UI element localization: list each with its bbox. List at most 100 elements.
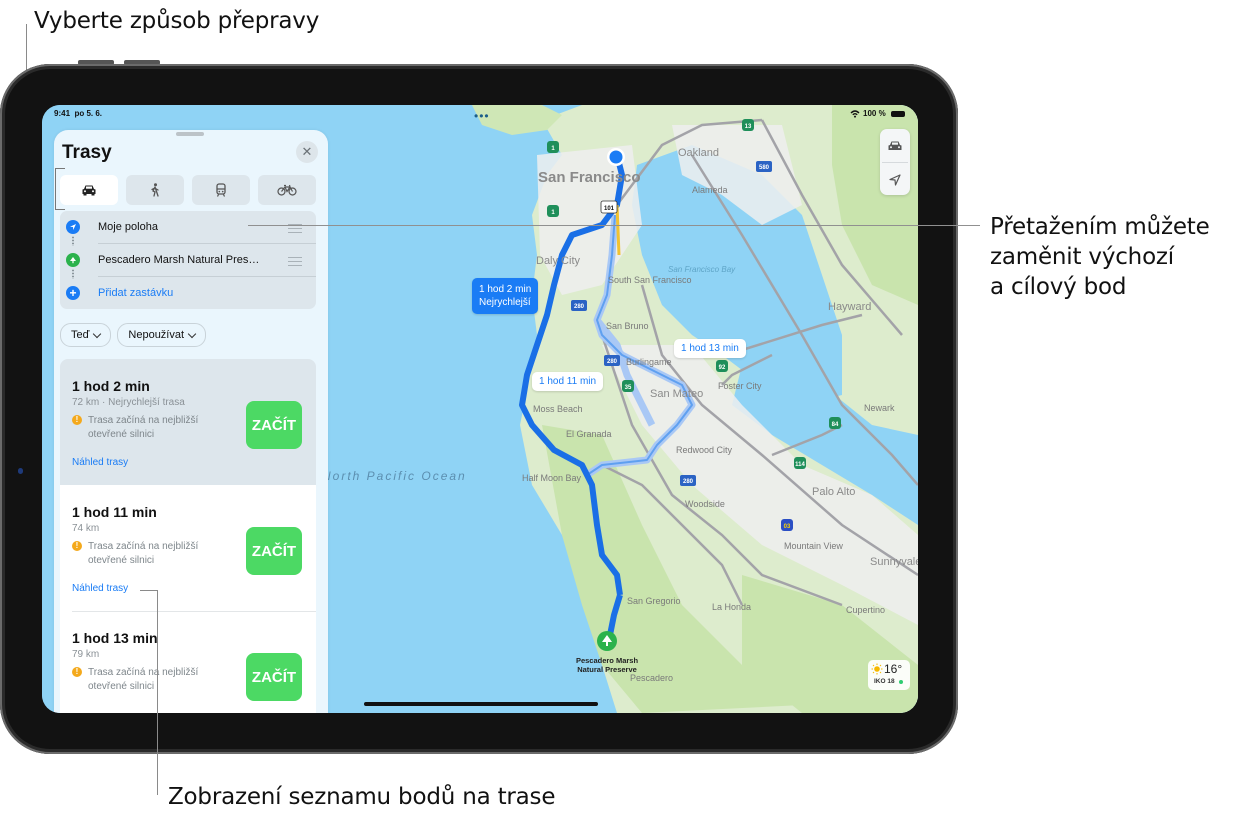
svg-text:84: 84	[832, 422, 839, 428]
status-time-text: 9:41	[54, 109, 71, 118]
battery-percent: 100 %	[863, 109, 886, 118]
map-label: Oakland	[678, 147, 719, 159]
map-label: Redwood City	[676, 445, 733, 455]
route-bubble-fastest[interactable]: 1 hod 2 min Nejrychlejší	[472, 278, 539, 314]
map-label: Moss Beach	[533, 404, 583, 414]
svg-text:280: 280	[683, 479, 694, 485]
add-stop-button[interactable]: + Přidat zastávku	[60, 277, 316, 310]
drag-handle-icon[interactable]	[288, 257, 302, 266]
walking-icon	[151, 183, 159, 197]
map-label: San Bruno	[606, 321, 649, 331]
map-mode-button[interactable]	[880, 129, 910, 162]
chevron-down-icon	[93, 329, 102, 338]
map-label: Alameda	[692, 185, 728, 195]
route-detail: 79 km	[72, 649, 100, 660]
panel-grabber[interactable]	[176, 132, 204, 136]
route-option-3[interactable]: 1 hod 13 min 79 km ! Trasa začíná na nej…	[60, 611, 316, 713]
weather-widget[interactable]: 16° IKO 18	[868, 660, 910, 690]
route-warning: Trasa začíná na nejbližší otevřené silni…	[88, 541, 199, 566]
stop-destination[interactable]: Pescadero Marsh Natural Pres…	[60, 244, 316, 277]
callout-bracket	[55, 168, 56, 210]
svg-text:580: 580	[759, 165, 770, 171]
ipad-screen: 1 1 101 280 280 35 92 84 114 13 580 03 2…	[42, 105, 918, 713]
route-detail: 72 km · Nejrychlejší trasa	[72, 397, 185, 408]
start-button[interactable]: ZAČÍT	[246, 401, 302, 449]
map-label: La Honda	[712, 602, 752, 612]
route-preview-link[interactable]: Náhled trasy	[72, 457, 128, 468]
multitasking-dots-icon[interactable]: •••	[474, 109, 490, 123]
route-bubble-alt1[interactable]: 1 hod 11 min	[532, 372, 604, 391]
map-label: San Mateo	[650, 388, 704, 400]
air-quality-index: IKO 18	[874, 678, 895, 685]
status-time: 9:41 po 5. 6.	[54, 109, 102, 118]
warning-icon: !	[72, 541, 82, 551]
svg-text:101: 101	[604, 206, 615, 212]
map-label: Half Moon Bay	[522, 473, 582, 483]
route-preview-link[interactable]: Náhled trasy	[72, 583, 128, 594]
start-button[interactable]: ZAČÍT	[246, 653, 302, 701]
callout-bracket	[55, 168, 65, 169]
car-icon	[82, 185, 96, 196]
map-label: Daly City	[536, 255, 581, 267]
mode-car-button[interactable]	[60, 175, 118, 205]
map-label: Newark	[864, 403, 895, 413]
warning-icon: !	[72, 667, 82, 677]
route-warning: Trasa začíná na nejbližší otevřené silni…	[88, 415, 199, 440]
svg-text:13: 13	[745, 124, 752, 130]
route-option-fastest[interactable]: 1 hod 2 min 72 km · Nejrychlejší trasa !…	[60, 359, 316, 485]
destination-label: Pescadero Marsh Natural Preserve	[575, 656, 639, 674]
start-button[interactable]: ZAČÍT	[246, 527, 302, 575]
callout-line: a cílový bod	[990, 274, 1127, 300]
map-label: Hayward	[828, 301, 872, 313]
map-label: San Gregorio	[627, 596, 681, 606]
wifi-icon	[850, 109, 860, 118]
directions-panel: Trasy ✕ Moje poloha Pescadero Marsh Natu…	[54, 130, 328, 713]
route-bubble-tag: Nejrychlejší	[479, 297, 531, 308]
map-label: Cupertino	[846, 605, 886, 615]
car-icon	[888, 141, 902, 150]
plus-icon: +	[66, 286, 80, 300]
route-time: 1 hod 11 min	[72, 504, 157, 520]
callout-bracket	[55, 209, 65, 210]
aqi-status-dot	[899, 680, 903, 684]
map-label: San Francisco Bay	[668, 265, 736, 274]
home-indicator[interactable]	[364, 702, 598, 706]
svg-text:280: 280	[607, 359, 618, 365]
status-right: 100 %	[850, 109, 905, 118]
route-time: 1 hod 2 min	[72, 378, 150, 394]
location-arrow-icon	[66, 220, 80, 234]
departure-time-dropdown[interactable]: Teď	[60, 323, 112, 347]
map-label: El Granada	[566, 429, 612, 439]
svg-text:35: 35	[625, 385, 632, 391]
callout-leader-line	[248, 225, 980, 226]
bicycle-icon	[277, 184, 297, 196]
map-label: Woodside	[685, 499, 725, 509]
close-icon: ✕	[301, 144, 313, 159]
mode-walk-button[interactable]	[126, 175, 184, 205]
svg-text:114: 114	[795, 462, 805, 468]
map-label: Palo Alto	[812, 486, 856, 498]
route-bubble-alt2[interactable]: 1 hod 13 min	[674, 339, 746, 358]
route-warning: Trasa začíná na nejbližší otevřené silni…	[88, 667, 199, 692]
current-location-button[interactable]	[880, 163, 910, 196]
route-option-2[interactable]: 1 hod 11 min 74 km ! Trasa začíná na nej…	[60, 485, 316, 611]
route-bubble-time: 1 hod 2 min	[479, 284, 532, 295]
mode-transit-button[interactable]	[192, 175, 250, 205]
location-arrow-icon	[889, 173, 901, 186]
chevron-down-icon	[187, 329, 197, 338]
route-time: 1 hod 13 min	[72, 630, 158, 646]
map-label: San Francisco	[538, 169, 641, 186]
callout-leader-line	[140, 590, 157, 591]
camera-icon	[18, 468, 23, 474]
close-button[interactable]: ✕	[296, 141, 318, 163]
divider	[72, 611, 316, 612]
map-label: Sunnyvale	[870, 556, 918, 568]
battery-icon	[890, 110, 905, 117]
svg-text:03: 03	[784, 524, 791, 530]
stop-label: Moje poloha	[98, 221, 158, 233]
mode-bike-button[interactable]	[258, 175, 316, 205]
callout-swap-points: Přetažením můžete zaměnit výchozí a cílo…	[990, 212, 1210, 302]
avoid-options-dropdown[interactable]: Nepoužívat	[117, 323, 207, 347]
stop-origin[interactable]: Moje poloha	[60, 211, 316, 244]
stop-label: Pescadero Marsh Natural Pres…	[98, 254, 260, 266]
